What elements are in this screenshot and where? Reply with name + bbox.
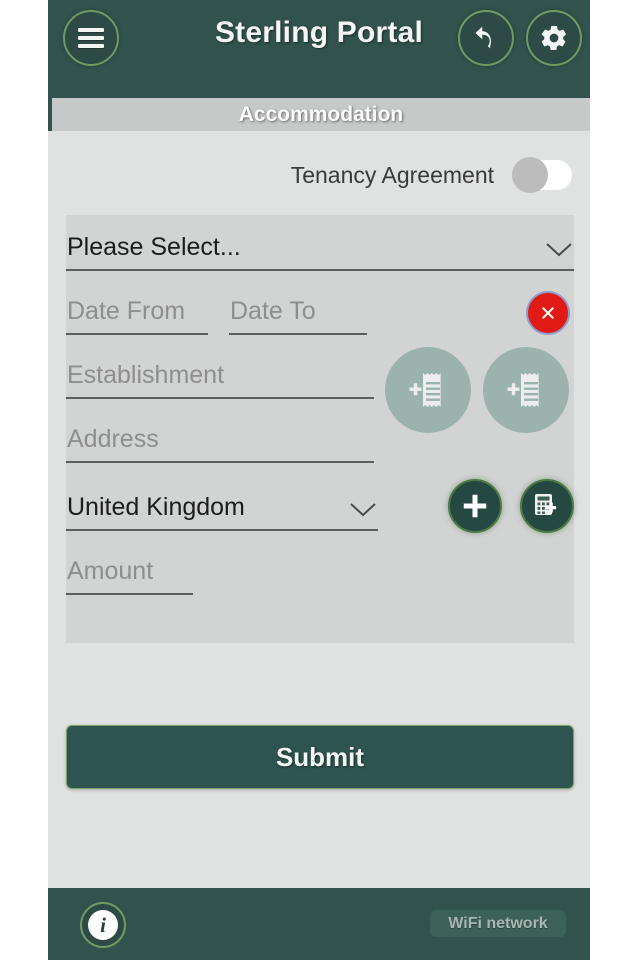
expense-form-panel: Please Select... Date From Date To Estab…	[66, 215, 574, 643]
country-select[interactable]: United Kingdom	[66, 481, 378, 531]
add-calculator-icon	[535, 494, 557, 515]
app-window: Sterling Portal Accommodation Tenancy Ag…	[48, 0, 590, 960]
add-receipt-button-2[interactable]	[483, 347, 569, 433]
address-input[interactable]: Address	[66, 413, 374, 463]
establishment-placeholder: Establishment	[67, 361, 225, 389]
accommodation-type-select[interactable]: Please Select...	[66, 221, 574, 271]
date-from-placeholder: Date From	[67, 297, 186, 325]
delete-circle-x-icon	[542, 307, 554, 319]
add-calculation-button[interactable]	[520, 479, 574, 533]
undo-arrow-icon	[475, 26, 491, 49]
date-to-placeholder: Date To	[230, 297, 316, 325]
settings-button[interactable]	[526, 10, 582, 66]
add-item-button[interactable]	[448, 479, 502, 533]
amount-placeholder: Amount	[67, 557, 154, 585]
delete-entry-button[interactable]	[526, 291, 570, 335]
plus-icon	[463, 494, 487, 518]
add-receipt-button-1[interactable]	[385, 347, 471, 433]
menu-button[interactable]	[63, 10, 119, 66]
tab-bar: Accommodation	[48, 98, 590, 131]
country-value: United Kingdom	[67, 493, 245, 521]
undo-button[interactable]	[458, 10, 514, 66]
main-content: Tenancy Agreement Please Select... Date …	[48, 131, 590, 888]
hamburger-menu-icon	[78, 24, 104, 52]
address-placeholder: Address	[67, 425, 159, 453]
gear-icon	[541, 25, 566, 51]
submit-button[interactable]: Submit	[66, 725, 574, 789]
chevron-down-icon	[350, 503, 376, 517]
info-button[interactable]: i	[80, 902, 126, 948]
establishment-input[interactable]: Establishment	[66, 349, 374, 399]
tab-accommodation[interactable]: Accommodation	[239, 103, 404, 127]
add-receipt-icon	[507, 373, 539, 407]
toggle-knob	[512, 157, 548, 193]
chevron-down-icon	[546, 243, 572, 257]
tenancy-agreement-toggle[interactable]	[512, 157, 572, 193]
app-header: Sterling Portal	[48, 0, 590, 98]
amount-input[interactable]: Amount	[66, 545, 193, 595]
add-receipt-icon	[409, 373, 441, 407]
app-footer: i WiFi network	[48, 888, 590, 960]
tenancy-agreement-row: Tenancy Agreement	[48, 153, 590, 197]
tenancy-agreement-label: Tenancy Agreement	[290, 161, 494, 188]
info-icon: i	[88, 910, 118, 940]
network-status-badge: WiFi network	[430, 910, 566, 937]
date-from-input[interactable]: Date From	[66, 285, 208, 335]
date-to-input[interactable]: Date To	[229, 285, 367, 335]
accommodation-type-value: Please Select...	[67, 233, 241, 261]
